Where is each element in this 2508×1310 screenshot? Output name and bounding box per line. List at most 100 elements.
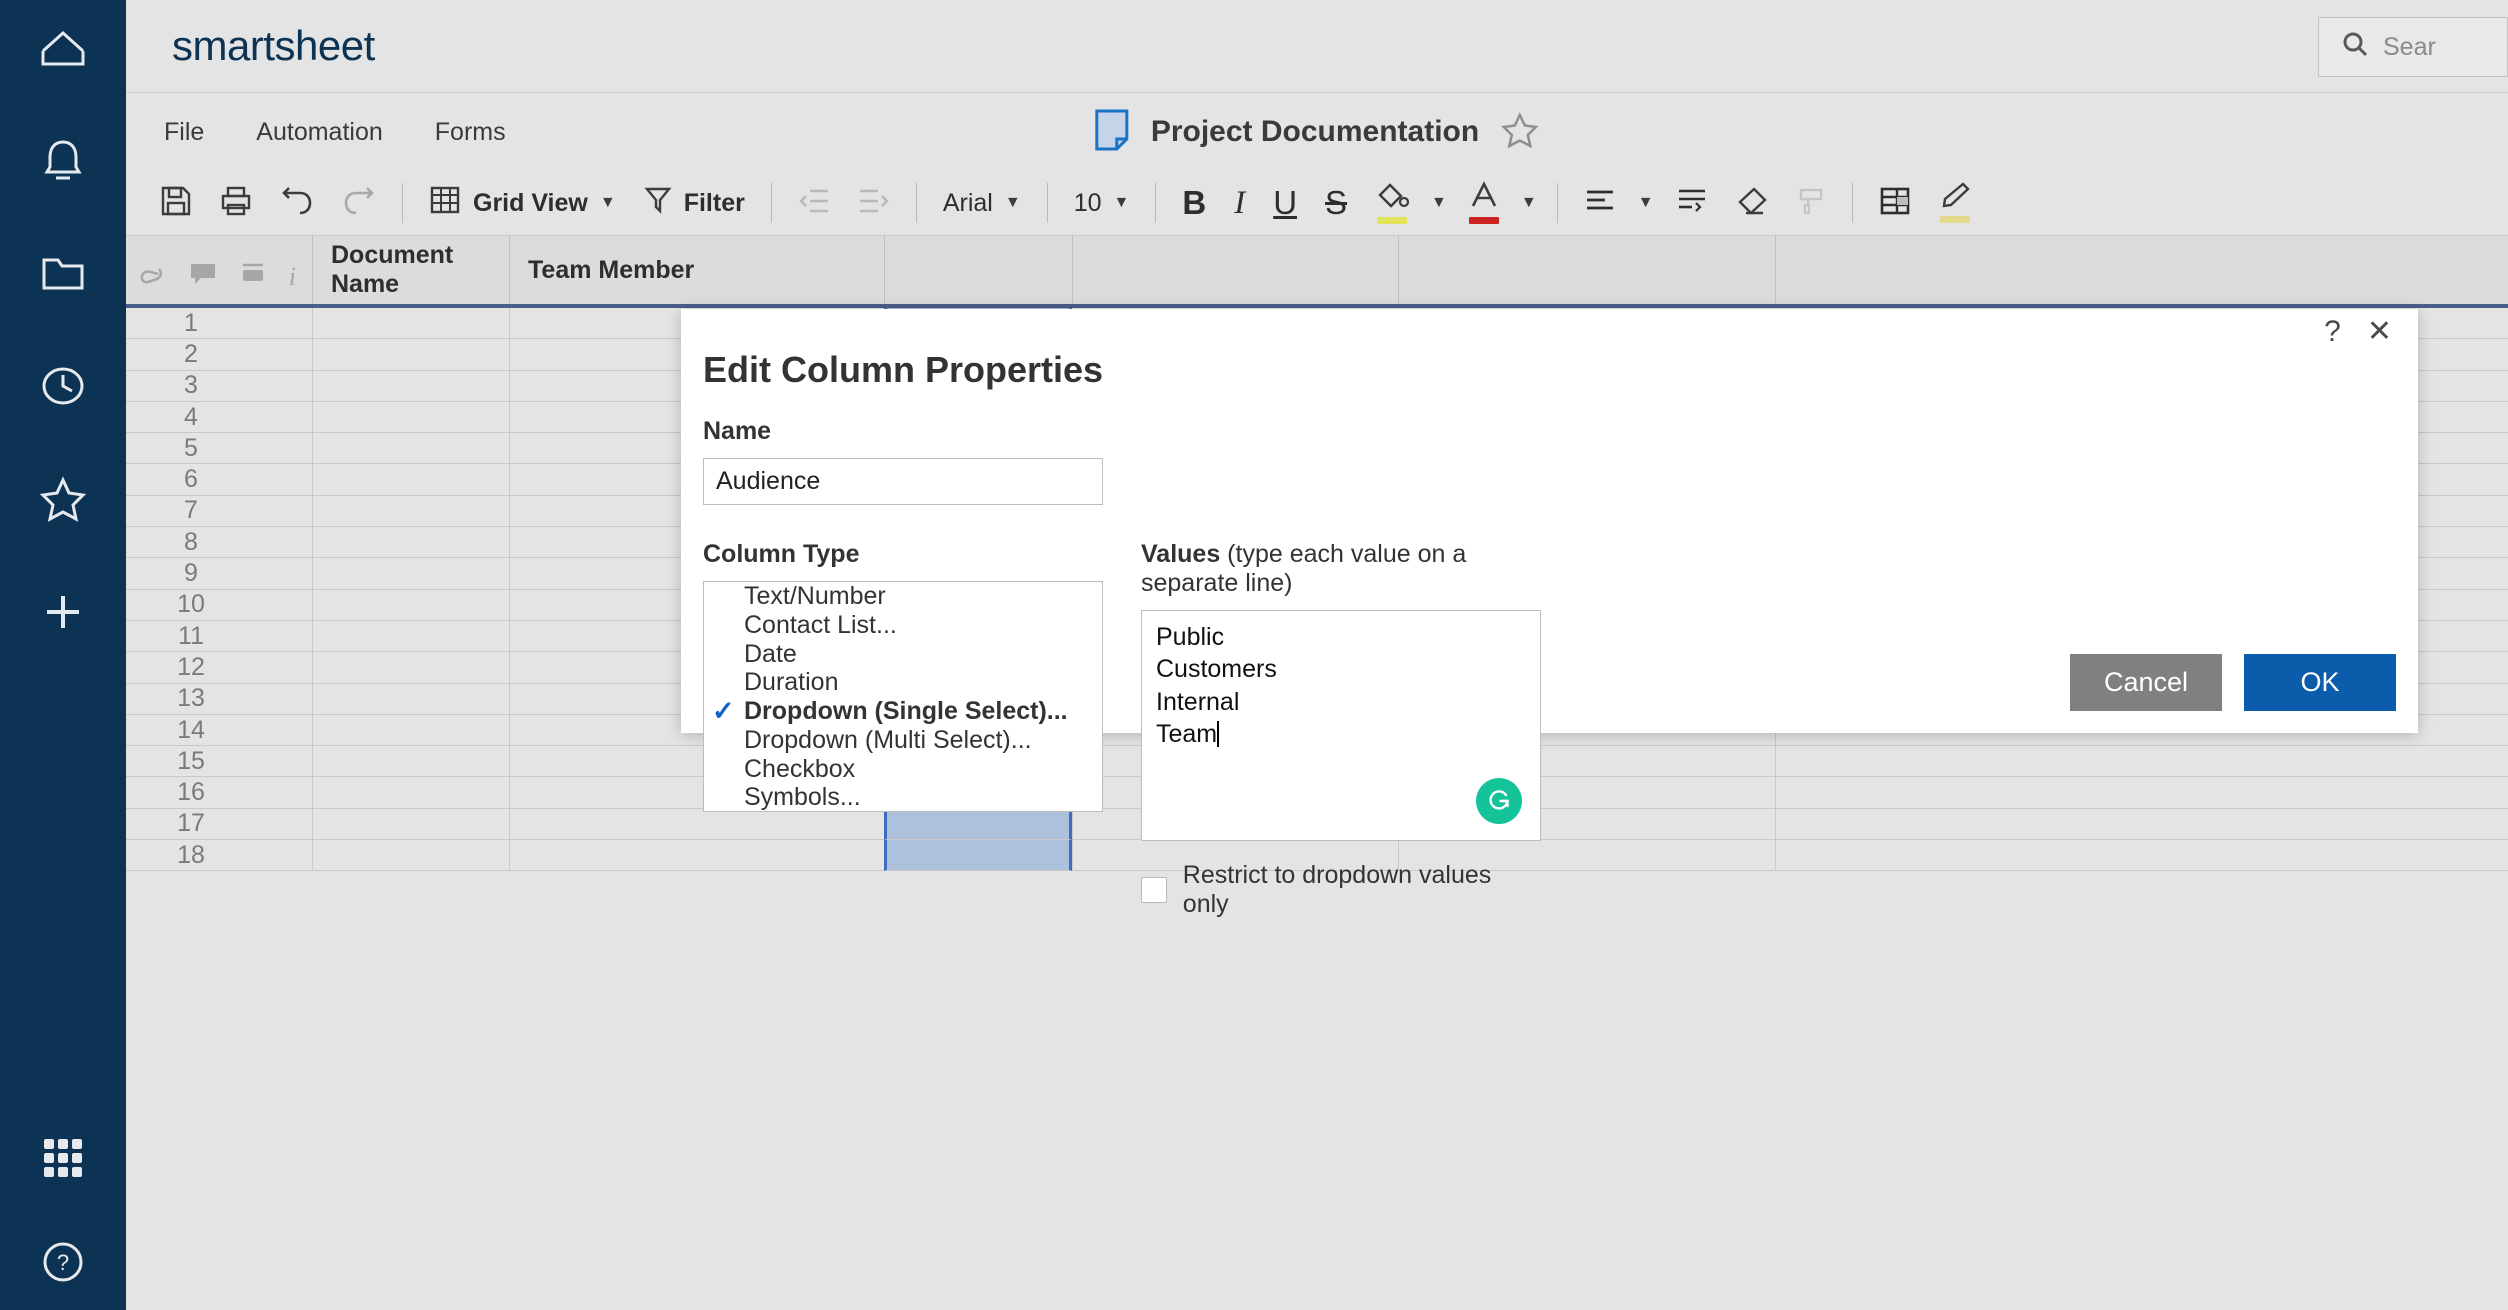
- grid-cell[interactable]: [312, 809, 509, 840]
- sidebar-item-notifications[interactable]: [0, 103, 126, 216]
- fill-color-button[interactable]: [1361, 175, 1423, 231]
- menu-item-forms[interactable]: Forms: [409, 118, 532, 147]
- info-icon[interactable]: i: [289, 262, 296, 292]
- column-type-option-1[interactable]: Contact List...: [704, 611, 1102, 640]
- undo-button[interactable]: [266, 175, 328, 231]
- column-header-team-member[interactable]: Team Member: [509, 236, 884, 304]
- row-number[interactable]: 16: [126, 777, 312, 808]
- row-number[interactable]: 13: [126, 684, 312, 715]
- comment-icon[interactable]: [189, 261, 217, 292]
- row-number[interactable]: 11: [126, 621, 312, 652]
- sidebar-item-apps[interactable]: [0, 1101, 126, 1214]
- menu-item-automation[interactable]: Automation: [230, 118, 408, 147]
- column-type-list[interactable]: Text/NumberContact List...DateDuration✓D…: [703, 581, 1103, 812]
- column-type-option-7[interactable]: Symbols...: [704, 784, 1102, 812]
- sidebar-item-favorites[interactable]: [0, 442, 126, 555]
- text-color-dropdown[interactable]: ▼: [1513, 175, 1545, 231]
- bold-button[interactable]: B: [1168, 175, 1220, 231]
- row-number[interactable]: 14: [126, 715, 312, 746]
- restrict-checkbox[interactable]: [1141, 877, 1167, 903]
- column-header-5[interactable]: [1398, 236, 1775, 304]
- grid-cell[interactable]: [312, 840, 509, 871]
- fill-color-dropdown[interactable]: ▼: [1423, 175, 1455, 231]
- grid-cell[interactable]: [312, 684, 509, 715]
- grid-cell[interactable]: [312, 464, 509, 495]
- sidebar-item-home[interactable]: [0, 0, 126, 103]
- font-family-select[interactable]: Arial ▼: [929, 175, 1035, 231]
- row-number[interactable]: 8: [126, 527, 312, 558]
- proof-icon[interactable]: [239, 261, 267, 292]
- filter-button[interactable]: Filter: [630, 175, 759, 231]
- sidebar-item-create[interactable]: [0, 555, 126, 668]
- clear-formatting-button[interactable]: [1722, 175, 1782, 231]
- row-number[interactable]: 9: [126, 558, 312, 589]
- grid-cell[interactable]: [312, 777, 509, 808]
- values-textarea[interactable]: Public Customers Internal Team: [1141, 610, 1541, 841]
- grid-cell[interactable]: [312, 339, 509, 370]
- sidebar-item-browse[interactable]: [0, 216, 126, 329]
- redo-button[interactable]: [328, 175, 390, 231]
- row-number[interactable]: 17: [126, 809, 312, 840]
- format-painter-button[interactable]: [1782, 175, 1840, 231]
- outdent-button[interactable]: [784, 175, 844, 231]
- menu-item-file[interactable]: File: [138, 118, 230, 147]
- underline-button[interactable]: U: [1259, 175, 1311, 231]
- grid-cell[interactable]: [312, 746, 509, 777]
- grid-cell[interactable]: [312, 308, 509, 339]
- close-icon[interactable]: ✕: [2367, 317, 2392, 347]
- grid-cell[interactable]: [312, 433, 509, 464]
- ok-button[interactable]: OK: [2244, 654, 2396, 711]
- column-type-option-4[interactable]: ✓Dropdown (Single Select)...: [704, 697, 1102, 726]
- row-number[interactable]: 1: [126, 308, 312, 339]
- column-header-6[interactable]: [1775, 236, 2508, 304]
- grid-cell[interactable]: [312, 371, 509, 402]
- star-outline-icon[interactable]: [1501, 112, 1539, 153]
- sidebar-item-help[interactable]: ?: [0, 1214, 126, 1310]
- search-input[interactable]: Sear: [2318, 17, 2508, 77]
- strikethrough-button[interactable]: S: [1311, 175, 1361, 231]
- print-button[interactable]: [206, 175, 266, 231]
- brand-logo[interactable]: smartsheet: [172, 22, 375, 70]
- italic-button[interactable]: I: [1220, 175, 1259, 231]
- grid-cell[interactable]: [312, 621, 509, 652]
- grid-cell[interactable]: [312, 496, 509, 527]
- cancel-button[interactable]: Cancel: [2070, 654, 2222, 711]
- column-header-4[interactable]: [1072, 236, 1398, 304]
- column-type-option-6[interactable]: Checkbox: [704, 755, 1102, 784]
- column-header-3[interactable]: [884, 236, 1072, 304]
- align-button[interactable]: [1570, 175, 1630, 231]
- indent-button[interactable]: [844, 175, 904, 231]
- row-number[interactable]: 12: [126, 652, 312, 683]
- row-number[interactable]: 15: [126, 746, 312, 777]
- grammarly-icon[interactable]: [1476, 778, 1522, 824]
- grid-view-button[interactable]: Grid View ▼: [415, 175, 630, 231]
- grid-cell[interactable]: [312, 590, 509, 621]
- row-number[interactable]: 6: [126, 464, 312, 495]
- column-header-document-name[interactable]: Document Name: [312, 236, 509, 304]
- grid-cell[interactable]: [312, 715, 509, 746]
- row-number[interactable]: 2: [126, 339, 312, 370]
- grid-cell[interactable]: [312, 402, 509, 433]
- row-number[interactable]: 4: [126, 402, 312, 433]
- save-button[interactable]: [146, 175, 206, 231]
- grid-cell[interactable]: [312, 652, 509, 683]
- row-number[interactable]: 10: [126, 590, 312, 621]
- question-mark-icon[interactable]: ?: [2324, 317, 2341, 347]
- row-number[interactable]: 5: [126, 433, 312, 464]
- column-name-input[interactable]: [703, 458, 1103, 505]
- grid-cell[interactable]: [312, 527, 509, 558]
- align-dropdown[interactable]: ▼: [1630, 175, 1662, 231]
- grid-cell[interactable]: [312, 558, 509, 589]
- row-number[interactable]: 3: [126, 371, 312, 402]
- sidebar-item-recents[interactable]: [0, 329, 126, 442]
- column-type-option-5[interactable]: Dropdown (Multi Select)...: [704, 726, 1102, 755]
- column-type-option-3[interactable]: Duration: [704, 668, 1102, 697]
- table-button[interactable]: [1865, 175, 1925, 231]
- row-number[interactable]: 7: [126, 496, 312, 527]
- column-type-option-2[interactable]: Date: [704, 640, 1102, 669]
- attachment-icon[interactable]: [137, 261, 167, 292]
- wrap-text-button[interactable]: [1662, 175, 1722, 231]
- highlight-button[interactable]: [1925, 175, 1985, 231]
- row-number[interactable]: 18: [126, 840, 312, 871]
- column-type-option-0[interactable]: Text/Number: [704, 582, 1102, 611]
